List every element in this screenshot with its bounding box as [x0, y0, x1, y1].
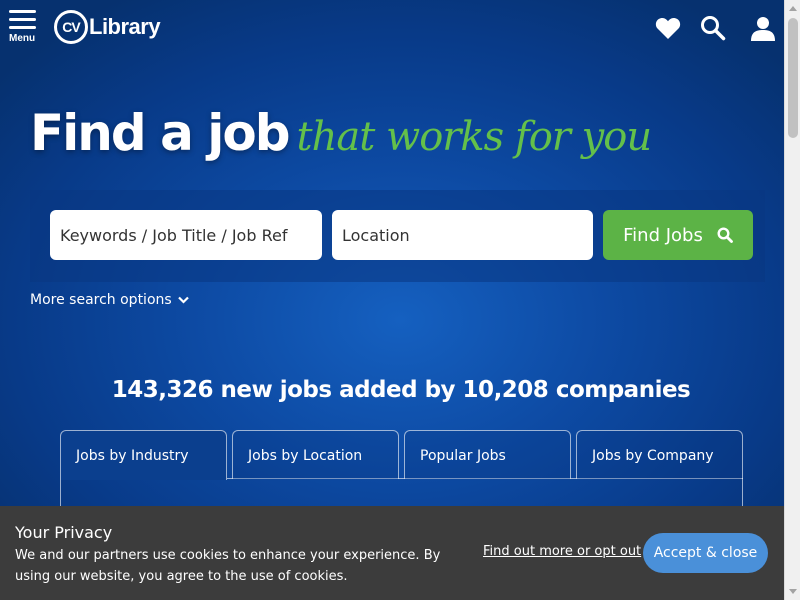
keywords-input[interactable]: [50, 210, 322, 260]
hamburger-icon-bar: [9, 18, 36, 21]
search-icon: [717, 227, 733, 243]
more-search-options-link[interactable]: More search options: [30, 292, 189, 308]
find-jobs-label: Find Jobs: [623, 224, 703, 246]
search-icon[interactable]: [699, 14, 727, 42]
cookie-opt-out-link[interactable]: Find out more or opt out: [483, 544, 641, 559]
heart-icon[interactable]: [654, 14, 682, 42]
cookie-text: We and our partners use cookies to enhan…: [15, 548, 441, 584]
menu-label: Menu: [9, 33, 36, 44]
hero-title-accent: that works for you: [296, 114, 653, 160]
location-input[interactable]: [332, 210, 593, 260]
page: Menu CV Library Find a job that works for…: [0, 0, 784, 600]
tab-popular-jobs[interactable]: Popular Jobs: [404, 430, 571, 479]
logo-wordmark: Library: [89, 14, 161, 39]
hero-title: Find a job that works for you: [30, 104, 653, 162]
hamburger-icon: [9, 10, 36, 13]
vertical-scrollbar[interactable]: [784, 0, 800, 600]
scroll-up-arrow-icon[interactable]: [785, 0, 800, 17]
tab-label: Popular Jobs: [420, 448, 506, 464]
hero-title-main: Find a job: [30, 104, 291, 162]
accept-close-button[interactable]: Accept & close: [643, 533, 768, 573]
cookie-banner: Your Privacy We and our partners use coo…: [0, 506, 784, 600]
scrollbar-thumb[interactable]: [788, 18, 798, 138]
tab-label: Jobs by Location: [248, 448, 363, 464]
logo-cv-mark: CV: [54, 10, 88, 44]
tab-label: Jobs by Company: [592, 448, 714, 464]
tab-label: Jobs by Industry: [76, 448, 189, 464]
chevron-down-icon: [177, 296, 189, 304]
find-jobs-button[interactable]: Find Jobs: [603, 210, 753, 260]
tab-jobs-by-location[interactable]: Jobs by Location: [232, 430, 399, 479]
job-stats: 143,326 new jobs added by 10,208 compani…: [111, 377, 691, 403]
menu-button[interactable]: Menu: [9, 10, 39, 44]
cookie-title: Your Privacy: [15, 523, 113, 542]
more-search-options-label: More search options: [30, 292, 172, 308]
hamburger-icon-bar: [9, 26, 36, 29]
tab-jobs-by-company[interactable]: Jobs by Company: [576, 430, 743, 479]
user-icon[interactable]: [749, 14, 777, 42]
cv-library-logo[interactable]: CV Library: [54, 8, 161, 46]
scroll-down-arrow-icon[interactable]: [785, 583, 800, 600]
tab-jobs-by-industry[interactable]: Jobs by Industry: [60, 430, 227, 480]
